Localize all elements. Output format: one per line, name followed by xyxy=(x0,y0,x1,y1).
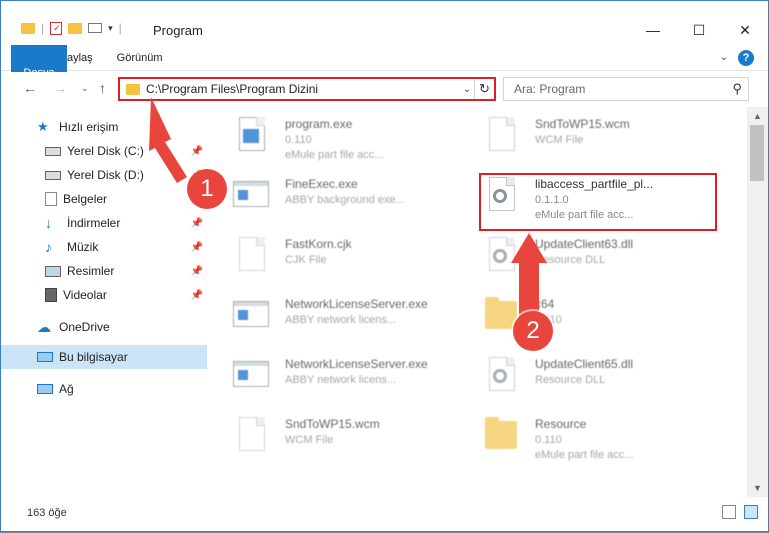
step-badge-2: 2 xyxy=(513,311,553,351)
arrow-1 xyxy=(149,97,187,183)
annotation-arrows xyxy=(149,97,547,319)
explorer-window: | ✓ ▾ | Program — ☐ ✕ Dosya Giriş Paylaş… xyxy=(0,0,769,532)
step-badge-1: 1 xyxy=(187,169,227,209)
arrow-2 xyxy=(511,233,547,319)
